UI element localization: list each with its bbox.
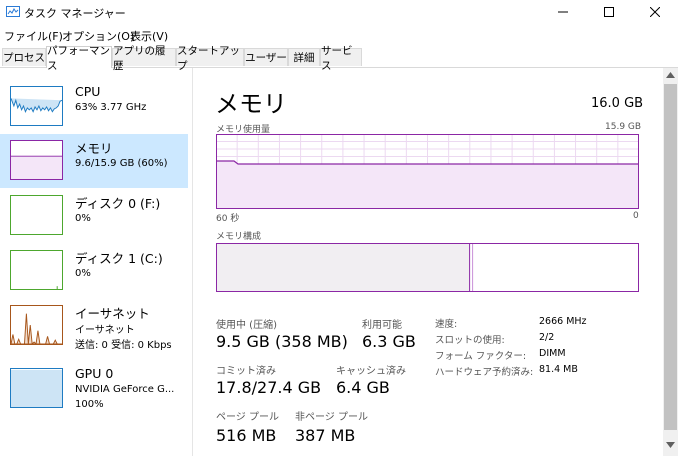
paged-pool-label: ページ プール xyxy=(216,412,279,423)
in-use-label: 使用中 (圧縮) xyxy=(216,320,277,331)
sidebar-item-gpu[interactable]: GPU 0 NVIDIA GeForce G... 100% xyxy=(0,362,188,416)
sidebar-disk0-usage: 0% xyxy=(75,213,91,224)
sidebar-item-disk-1[interactable]: ディスク 1 (C:) 0% xyxy=(0,244,188,298)
resource-sidebar: CPU 63% 3.77 GHz メモリ 9.6/15.9 GB (60%) デ… xyxy=(0,68,193,456)
task-manager-icon xyxy=(6,6,20,17)
usage-graph-max: 15.9 GB xyxy=(605,122,642,132)
scrollbar-thumb[interactable] xyxy=(664,84,677,430)
sidebar-gpu-model: NVIDIA GeForce G... xyxy=(75,384,175,395)
memory-usage-graph xyxy=(216,134,639,209)
sidebar-item-disk-0[interactable]: ディスク 0 (F:) 0% xyxy=(0,189,188,243)
sidebar-memory-title: メモリ xyxy=(75,141,113,156)
sidebar-disk1-title: ディスク 1 (C:) xyxy=(75,251,163,266)
gpu-thumbnail-graph xyxy=(10,368,63,408)
nonpaged-pool-label: 非ページ プール xyxy=(295,412,368,423)
sidebar-item-memory[interactable]: メモリ 9.6/15.9 GB (60%) xyxy=(0,134,188,188)
sidebar-ethernet-title: イーサネット xyxy=(75,306,150,321)
committed-value: 17.8/27.4 GB xyxy=(216,378,322,397)
ethernet-thumbnail-graph xyxy=(10,305,63,345)
sidebar-item-cpu[interactable]: CPU 63% 3.77 GHz xyxy=(0,80,188,134)
tab-processes[interactable]: プロセス xyxy=(2,48,46,66)
tab-performance[interactable]: パフォーマンス xyxy=(46,45,112,72)
sidebar-disk0-title: ディスク 0 (F:) xyxy=(75,196,161,211)
tab-details[interactable]: 詳細 xyxy=(288,48,320,66)
sidebar-gpu-usage: 100% xyxy=(75,399,104,410)
vertical-scrollbar[interactable] xyxy=(663,68,678,456)
minimize-button[interactable] xyxy=(540,0,586,24)
tab-bar: プロセス パフォーマンス アプリの履歴 スタートアップ ユーザー 詳細 サービス xyxy=(0,45,678,72)
speed-value: 2666 MHz xyxy=(539,316,587,327)
sidebar-memory-usage: 9.6/15.9 GB (60%) xyxy=(75,158,168,169)
disk0-thumbnail-graph xyxy=(10,195,63,235)
memory-detail-panel: メモリ 16.0 GB メモリ使用量 15.9 GB 60 秒 0 メモリ構成 … xyxy=(193,68,663,456)
tab-users[interactable]: ユーザー xyxy=(244,48,288,66)
close-icon xyxy=(650,7,660,17)
maximize-icon xyxy=(604,7,614,17)
slots-used-value: 2/2 xyxy=(539,332,555,343)
available-value: 6.3 GB xyxy=(362,332,416,351)
sidebar-ethernet-throughput: 送信: 0 受信: 0 Kbps xyxy=(75,340,172,351)
memory-total: 16.0 GB xyxy=(591,96,644,111)
disk1-thumbnail-graph xyxy=(10,250,63,290)
scroll-up-icon[interactable] xyxy=(666,72,675,78)
tab-app-history[interactable]: アプリの履歴 xyxy=(112,45,176,72)
cached-value: 6.4 GB xyxy=(336,378,390,397)
committed-label: コミット済み xyxy=(216,366,276,377)
sidebar-gpu-title: GPU 0 xyxy=(75,366,114,381)
tab-services[interactable]: サービス xyxy=(320,45,362,72)
scroll-down-icon[interactable] xyxy=(666,442,675,448)
form-factor-value: DIMM xyxy=(539,348,566,359)
sidebar-cpu-usage: 63% 3.77 GHz xyxy=(75,102,147,113)
maximize-button[interactable] xyxy=(586,0,632,24)
form-factor-label: フォーム ファクター: xyxy=(435,351,527,362)
cached-label: キャッシュ済み xyxy=(336,366,406,377)
minimize-icon xyxy=(558,11,568,13)
composition-label: メモリ構成 xyxy=(216,232,262,242)
page-title: メモリ xyxy=(215,90,287,118)
tab-startup[interactable]: スタートアップ xyxy=(176,45,244,72)
cpu-thumbnail-graph xyxy=(10,86,63,126)
sidebar-cpu-title: CPU xyxy=(75,84,101,99)
title-bar: タスク マネージャー xyxy=(0,0,678,24)
hardware-reserved-value: 81.4 MB xyxy=(539,364,578,375)
usage-graph-time-left: 60 秒 xyxy=(216,214,240,224)
available-label: 利用可能 xyxy=(362,320,402,331)
usage-graph-time-right: 0 xyxy=(633,211,639,221)
speed-label: 速度: xyxy=(435,319,458,330)
paged-pool-value: 516 MB xyxy=(216,426,277,445)
sidebar-ethernet-adapter: イーサネット xyxy=(75,325,135,336)
in-use-value: 9.5 GB (358 MB) xyxy=(216,332,348,351)
close-button[interactable] xyxy=(632,0,678,24)
slots-used-label: スロットの使用: xyxy=(435,335,505,346)
memory-composition-bar xyxy=(216,243,639,292)
sidebar-disk1-usage: 0% xyxy=(75,268,91,279)
window-title: タスク マネージャー xyxy=(24,7,126,20)
hardware-reserved-label: ハードウェア予約済み: xyxy=(435,367,534,378)
memory-thumbnail-graph xyxy=(10,140,63,180)
nonpaged-pool-value: 387 MB xyxy=(295,426,356,445)
sidebar-item-ethernet[interactable]: イーサネット イーサネット 送信: 0 受信: 0 Kbps xyxy=(0,299,188,353)
